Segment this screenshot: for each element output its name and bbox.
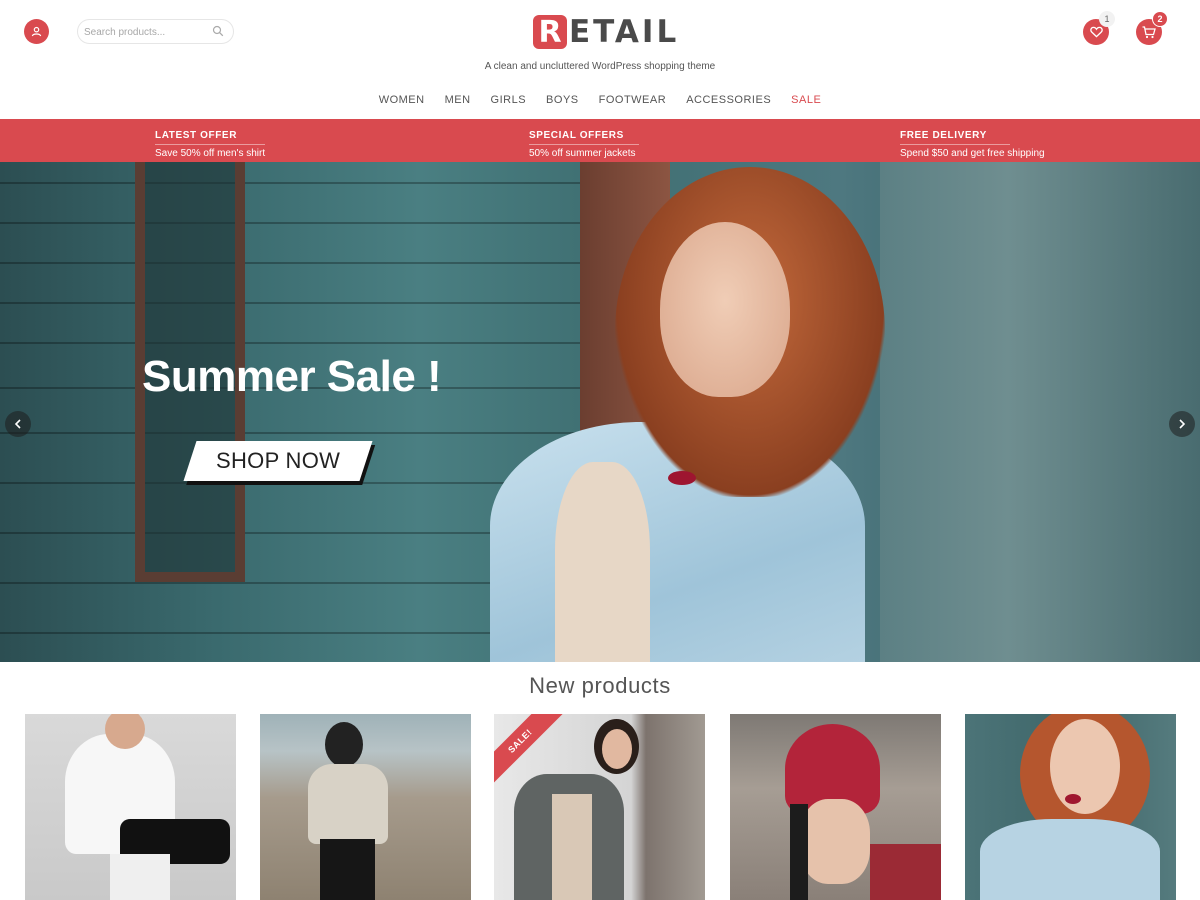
- model-face: [660, 222, 790, 397]
- product-card[interactable]: [25, 714, 236, 900]
- offer-title: FREE DELIVERY: [900, 130, 1010, 145]
- nav-item-accessories[interactable]: ACCESSORIES: [686, 94, 771, 112]
- nav-item-girls[interactable]: GIRLS: [491, 94, 527, 112]
- cart-icon: [1142, 25, 1156, 38]
- product-image: [110, 854, 170, 900]
- site-header: R ETAIL A clean and uncluttered WordPres…: [0, 0, 1200, 90]
- wall-plank: [0, 432, 600, 434]
- shop-now-label: SHOP NOW: [215, 448, 341, 473]
- wall-plank: [0, 262, 600, 264]
- wall-plank: [0, 182, 600, 184]
- offer-subtitle: Save 50% off men's shirt: [155, 148, 266, 159]
- offer-title: LATEST OFFER: [155, 130, 265, 145]
- product-image: [320, 839, 375, 900]
- site-logo[interactable]: R ETAIL: [533, 14, 680, 50]
- product-image: [980, 819, 1160, 900]
- nav-item-men[interactable]: MEN: [445, 94, 471, 112]
- chevron-left-icon: [14, 419, 21, 429]
- chevron-right-icon: [1179, 419, 1186, 429]
- cart-count-badge: 2: [1152, 11, 1168, 27]
- background-blur: [880, 162, 1200, 662]
- main-navigation: WOMEN MEN GIRLS BOYS FOOTWEAR ACCESSORIE…: [0, 94, 1200, 112]
- product-card[interactable]: [260, 714, 471, 900]
- product-image: [308, 764, 388, 844]
- product-image: [1050, 719, 1120, 814]
- product-card[interactable]: SALE!: [494, 714, 705, 900]
- nav-item-sale[interactable]: SALE: [791, 94, 821, 112]
- offers-bar: LATEST OFFER Save 50% off men's shirt SP…: [0, 119, 1200, 162]
- offer-delivery[interactable]: FREE DELIVERY Spend $50 and get free shi…: [900, 125, 1045, 159]
- product-card[interactable]: [965, 714, 1176, 900]
- product-image: [800, 799, 870, 884]
- offer-special[interactable]: SPECIAL OFFERS 50% off summer jackets: [529, 125, 639, 159]
- offer-subtitle: 50% off summer jackets: [529, 148, 636, 159]
- offer-latest[interactable]: LATEST OFFER Save 50% off men's shirt: [155, 125, 265, 159]
- model-lips: [668, 471, 696, 485]
- model-shirt: [555, 462, 650, 662]
- heart-icon: [1089, 26, 1103, 38]
- site-tagline: A clean and uncluttered WordPress shoppi…: [484, 61, 716, 72]
- nav-item-women[interactable]: WOMEN: [379, 94, 425, 112]
- search-input[interactable]: [84, 23, 204, 41]
- offer-subtitle: Spend $50 and get free shipping: [900, 148, 1045, 159]
- product-image: [552, 794, 592, 900]
- wall-plank: [0, 222, 600, 224]
- product-image: [1065, 794, 1081, 804]
- account-button[interactable]: [24, 19, 49, 44]
- user-icon: [31, 26, 42, 37]
- nav-item-footwear[interactable]: FOOTWEAR: [599, 94, 667, 112]
- nav-item-boys[interactable]: BOYS: [546, 94, 579, 112]
- logo-wordmark: ETAIL: [569, 14, 680, 50]
- slider-next-button[interactable]: [1169, 411, 1195, 437]
- wishlist-count-badge: 1: [1099, 11, 1115, 27]
- product-image: [602, 729, 632, 769]
- search-icon[interactable]: [212, 25, 224, 37]
- logo-initial: R: [533, 15, 567, 50]
- offer-title: SPECIAL OFFERS: [529, 130, 639, 145]
- product-image: [790, 804, 808, 900]
- wall-plank: [0, 342, 600, 344]
- hero-slider: Summer Sale ! SHOP NOW: [0, 162, 1200, 662]
- hero-title: Summer Sale !: [142, 352, 442, 401]
- shop-now-button[interactable]: SHOP NOW: [183, 441, 373, 481]
- product-image: [870, 844, 941, 900]
- product-image: [325, 722, 363, 767]
- slider-prev-button[interactable]: [5, 411, 31, 437]
- search-box: [77, 19, 234, 44]
- product-card[interactable]: [730, 714, 941, 900]
- section-title: New products: [529, 673, 671, 698]
- wall-plank: [0, 302, 600, 304]
